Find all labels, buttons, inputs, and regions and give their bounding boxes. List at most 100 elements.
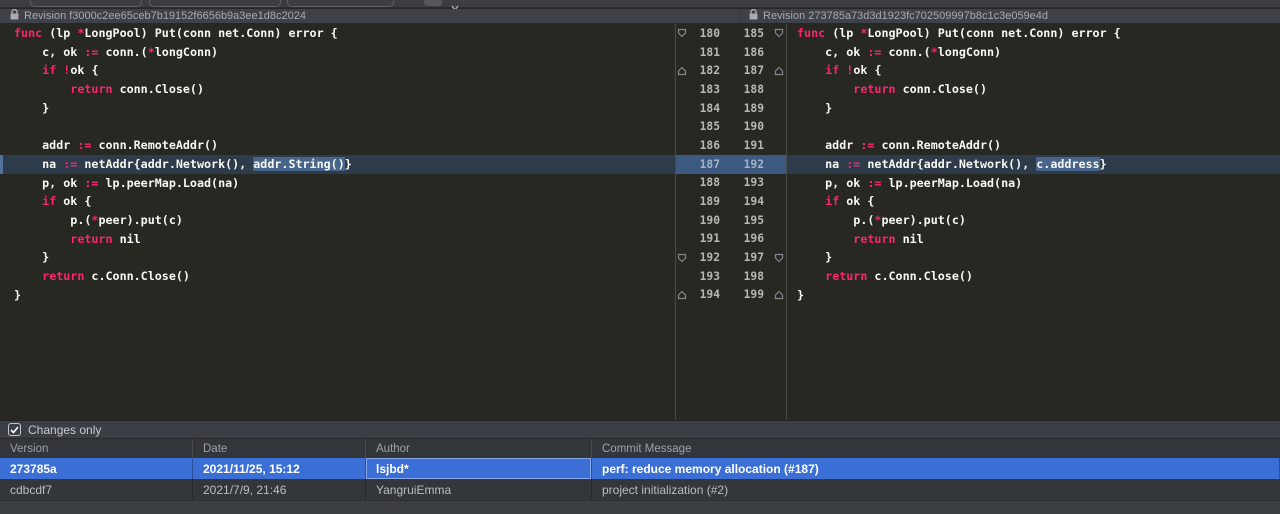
gutter-row: 184189 — [676, 99, 786, 118]
code-line[interactable]: return c.Conn.Close() — [0, 267, 675, 286]
table-footer — [0, 500, 1280, 514]
code-line[interactable]: } — [787, 248, 1280, 267]
toolbar-strip — [0, 0, 1280, 8]
code-line[interactable]: if !ok { — [787, 61, 1280, 80]
code-line[interactable]: if ok { — [0, 192, 675, 211]
fold-start-icon[interactable] — [676, 24, 690, 43]
code-line[interactable]: p.(*peer).put(c) — [0, 211, 675, 230]
column-header-date[interactable]: Date — [193, 439, 366, 458]
line-number-left: 189 — [690, 195, 720, 208]
line-number-right: 197 — [734, 251, 764, 264]
code-line[interactable]: p.(*peer).put(c) — [787, 211, 1280, 230]
fold-spacer — [676, 117, 690, 136]
left-code-pane[interactable]: func (lp *LongPool) Put(conn net.Conn) e… — [0, 24, 675, 420]
line-number-right: 195 — [734, 214, 764, 227]
code-line[interactable]: c, ok := conn.(*longConn) — [787, 43, 1280, 62]
gutter-row: 186191 — [676, 136, 786, 155]
line-number-right: 185 — [734, 27, 764, 40]
code-line[interactable]: return nil — [787, 230, 1280, 249]
cell-date[interactable]: 2021/11/25, 15:12 — [193, 458, 366, 479]
right-code-pane[interactable]: func (lp *LongPool) Put(conn net.Conn) e… — [787, 24, 1280, 420]
column-header-message[interactable]: Commit Message — [592, 439, 1280, 458]
fold-spacer — [676, 230, 690, 249]
toolbar-field-1[interactable] — [30, 0, 142, 7]
fold-end-icon[interactable] — [764, 286, 786, 305]
fold-start-icon[interactable] — [676, 248, 690, 267]
fold-spacer — [764, 174, 786, 193]
line-number-right: 198 — [734, 270, 764, 283]
fold-end-icon[interactable] — [676, 61, 690, 80]
change-marker-stripe — [0, 155, 3, 174]
code-line[interactable]: p, ok := lp.peerMap.Load(na) — [0, 174, 675, 193]
cell-version[interactable]: 273785a — [0, 458, 193, 479]
code-line[interactable]: addr := conn.RemoteAddr() — [787, 136, 1280, 155]
toolbar-field-2[interactable] — [149, 0, 281, 7]
line-number-left: 191 — [690, 232, 720, 245]
table-row[interactable]: cdbcdf72021/7/9, 21:46YangruiEmmaproject… — [0, 479, 1280, 500]
right-revision-title: Revision 273785a73d3d1923fc702509997b8c1… — [763, 10, 1048, 22]
diff-gutter: 1801851811861821871831881841891851901861… — [675, 24, 787, 420]
code-line[interactable]: if !ok { — [0, 61, 675, 80]
cell-author[interactable]: YangruiEmma — [366, 479, 592, 500]
code-line[interactable]: return conn.Close() — [787, 80, 1280, 99]
line-number-left: 180 — [690, 27, 720, 40]
diff-header: Revision f3000c2ee65ceb7b19152f6656b9a3e… — [0, 9, 1280, 24]
code-line[interactable]: } — [787, 286, 1280, 305]
right-revision-header: Revision 273785a73d3d1923fc702509997b8c1… — [740, 9, 1280, 23]
code-line[interactable]: addr := conn.RemoteAddr() — [0, 136, 675, 155]
line-number-left: 187 — [690, 158, 720, 171]
column-header-author[interactable]: Author — [366, 439, 592, 458]
gutter-row: 190195 — [676, 211, 786, 230]
line-number-right: 186 — [734, 46, 764, 59]
code-line[interactable] — [787, 117, 1280, 136]
history-table: Version Date Author Commit Message 27378… — [0, 438, 1280, 500]
line-number-left: 194 — [690, 288, 720, 301]
code-line[interactable]: } — [0, 99, 675, 118]
line-number-left: 188 — [690, 176, 720, 189]
changes-only-label: Changes only — [28, 423, 101, 437]
diff-viewer-window: Revision f3000c2ee65ceb7b19152f6656b9a3e… — [0, 0, 1280, 514]
fold-start-icon[interactable] — [764, 248, 786, 267]
fold-spacer — [764, 136, 786, 155]
fold-spacer — [676, 43, 690, 62]
code-line[interactable]: if ok { — [787, 192, 1280, 211]
toolbar-field-3[interactable] — [287, 0, 394, 7]
code-line[interactable]: p, ok := lp.peerMap.Load(na) — [787, 174, 1280, 193]
code-line[interactable]: return conn.Close() — [0, 80, 675, 99]
fold-start-icon[interactable] — [764, 24, 786, 43]
table-row[interactable]: 273785a2021/11/25, 15:12lsjbd*perf: redu… — [0, 458, 1280, 479]
fold-spacer — [764, 211, 786, 230]
code-line[interactable]: } — [0, 286, 675, 305]
cell-author[interactable]: lsjbd* — [366, 458, 592, 479]
line-number-left: 182 — [690, 64, 720, 77]
cell-date[interactable]: 2021/7/9, 21:46 — [193, 479, 366, 500]
line-number-right: 194 — [734, 195, 764, 208]
gutter-row: 193198 — [676, 267, 786, 286]
code-line[interactable] — [0, 117, 675, 136]
lock-icon — [749, 9, 758, 23]
changes-only-checkbox[interactable] — [8, 423, 21, 436]
code-line[interactable]: } — [0, 248, 675, 267]
cell-message[interactable]: project initialization (#2) — [592, 479, 1280, 500]
column-header-version[interactable]: Version — [0, 439, 193, 458]
fold-spacer — [764, 155, 786, 174]
fold-spacer — [676, 267, 690, 286]
line-number-left: 184 — [690, 102, 720, 115]
fold-end-icon[interactable] — [676, 286, 690, 305]
code-line[interactable]: na := netAddr{addr.Network(), addr.Strin… — [0, 155, 675, 174]
cell-message[interactable]: perf: reduce memory allocation (#187) — [592, 458, 1280, 479]
code-line[interactable]: return nil — [0, 230, 675, 249]
code-line[interactable]: func (lp *LongPool) Put(conn net.Conn) e… — [0, 24, 675, 43]
gutter-row: 183188 — [676, 80, 786, 99]
code-line[interactable]: } — [787, 99, 1280, 118]
fold-spacer — [764, 117, 786, 136]
toolbar-button[interactable] — [424, 0, 442, 6]
code-line[interactable]: c, ok := conn.(*longConn) — [0, 43, 675, 62]
code-line[interactable]: return c.Conn.Close() — [787, 267, 1280, 286]
fold-end-icon[interactable] — [764, 61, 786, 80]
history-rows: 273785a2021/11/25, 15:12lsjbd*perf: redu… — [0, 458, 1280, 500]
code-line[interactable]: na := netAddr{addr.Network(), c.address} — [787, 155, 1280, 174]
code-line[interactable]: func (lp *LongPool) Put(conn net.Conn) e… — [787, 24, 1280, 43]
fold-spacer — [764, 192, 786, 211]
cell-version[interactable]: cdbcdf7 — [0, 479, 193, 500]
